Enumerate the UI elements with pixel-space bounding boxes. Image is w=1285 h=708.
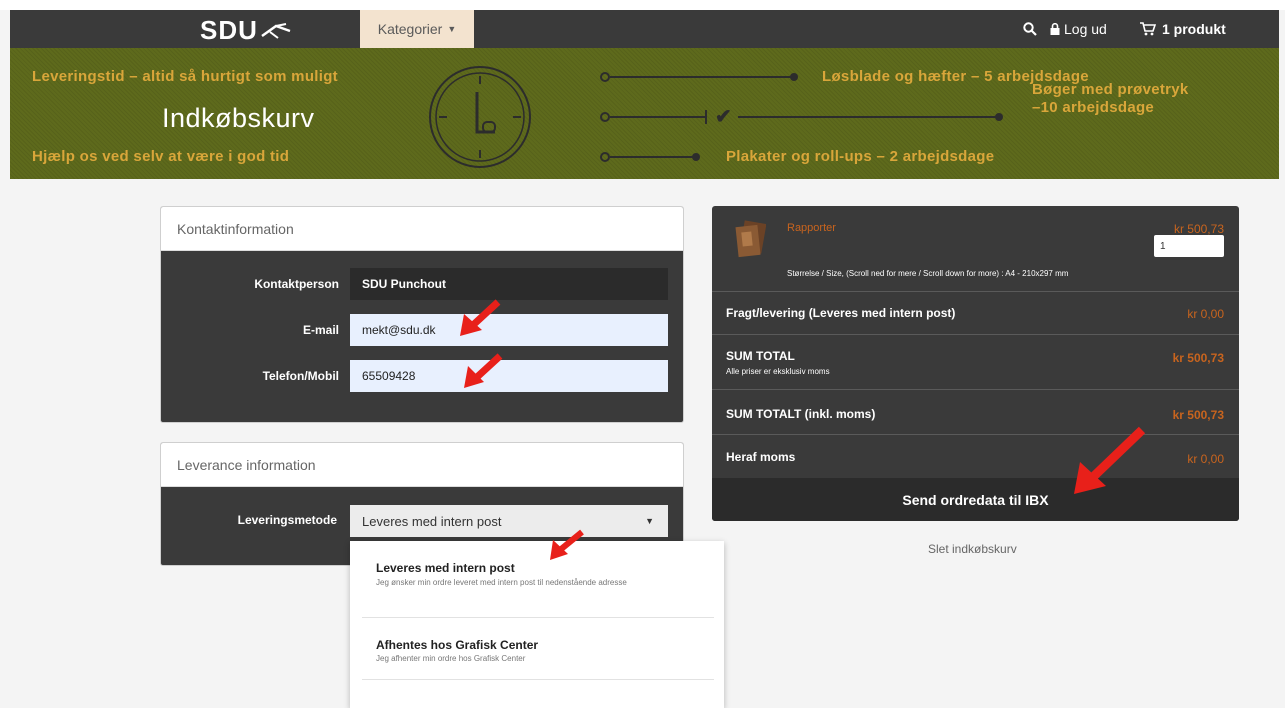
vat-label: Heraf moms — [726, 450, 796, 464]
timeline-line — [610, 116, 705, 118]
timeline-line — [738, 116, 998, 118]
timeline-end-dot — [790, 73, 798, 81]
timeline-start-dot — [600, 152, 610, 162]
sum-incl-vat-price: kr 500,73 — [1172, 408, 1224, 422]
contact-person-label: Kontaktperson — [254, 277, 339, 291]
shipping-price: kr 0,00 — [1187, 307, 1224, 321]
logout-label: Log ud — [1064, 21, 1107, 37]
annotation-arrow-icon — [1074, 426, 1146, 494]
categories-label: Kategorier — [377, 21, 443, 37]
sum-total-label: SUM TOTAL — [726, 349, 795, 363]
delivery-option-description: Jeg ønsker min ordre leveret med intern … — [376, 578, 627, 587]
timeline-item-2-line1: Bøger med prøvetryk — [1032, 81, 1189, 98]
phone-row: Telefon/Mobil 65509428 — [161, 360, 683, 392]
timeline-line — [610, 76, 795, 78]
contact-person-field[interactable]: SDU Punchout — [350, 268, 668, 300]
timeline-start-dot — [600, 72, 610, 82]
sdu-logo[interactable]: SDU — [200, 15, 258, 46]
search-icon — [1023, 22, 1037, 36]
categories-menu-button[interactable]: Kategorier ▼ — [360, 10, 474, 48]
timeline-start-dot — [600, 112, 610, 122]
clock-icon — [429, 66, 531, 168]
vat-price: kr 0,00 — [1187, 452, 1224, 466]
top-navbar: SDU Kategorier ▼ Log ud 1 produkt — [10, 10, 1279, 48]
lock-icon — [1050, 23, 1060, 35]
cart-product-row: Rapporter kr 500,73 1 Størrelse / Size, … — [712, 206, 1239, 292]
phone-label: Telefon/Mobil — [262, 369, 339, 383]
timeline-item-2-text: Bøger med prøvetryk –10 arbejdsdage — [1032, 81, 1189, 117]
annotation-arrow-icon — [460, 299, 501, 336]
email-row: E-mail mekt@sdu.dk — [161, 314, 683, 346]
checkmark-icon: ✔ — [715, 106, 732, 128]
cart-count-label: 1 produkt — [1162, 21, 1226, 37]
delivery-option-title: Afhentes hos Grafisk Center — [376, 638, 539, 652]
delivery-method-dropdown: Leveres med intern post Jeg ønsker min o… — [350, 541, 724, 708]
cart-link[interactable]: 1 produkt — [1140, 10, 1226, 48]
product-size-text: Størrelse / Size, (Scroll ned for mere /… — [787, 269, 1069, 278]
contact-person-row: Kontaktperson SDU Punchout — [161, 268, 683, 300]
email-field[interactable]: mekt@sdu.dk — [350, 314, 668, 346]
email-label: E-mail — [302, 323, 339, 337]
sdu-logo-mark-icon — [261, 23, 291, 39]
banner-bottom-text: Hjælp os ved selv at være i god tid — [32, 148, 290, 165]
vat-row: Heraf moms kr 0,00 — [712, 435, 1239, 478]
send-order-button[interactable]: Send ordredata til IBX — [712, 478, 1239, 521]
product-thumbnail-icon — [735, 220, 766, 258]
sum-total-row: SUM TOTAL Alle priser er eksklusiv moms … — [712, 335, 1239, 390]
phone-field[interactable]: 65509428 — [350, 360, 668, 392]
product-name-link[interactable]: Rapporter — [787, 222, 836, 234]
search-button[interactable] — [1020, 10, 1040, 48]
timeline-line — [610, 156, 695, 158]
page-title: Indkøbskurv — [162, 103, 315, 133]
delivery-option-title: Leveres med intern post — [376, 561, 515, 575]
top-strip — [0, 0, 1285, 10]
sum-incl-vat-row: SUM TOTALT (inkl. moms) kr 500,73 — [712, 390, 1239, 435]
delivery-option-pickup[interactable]: Afhentes hos Grafisk Center Jeg afhenter… — [362, 618, 714, 680]
timeline-end-dot — [995, 113, 1003, 121]
delivery-method-select[interactable]: Leveres med intern post ▼ — [350, 505, 668, 537]
timeline-item-3-text: Plakater og roll-ups – 2 arbejdsdage — [726, 148, 995, 165]
delivery-method-label: Leveringsmetode — [237, 513, 337, 527]
cart-summary-panel: Rapporter kr 500,73 1 Størrelse / Size, … — [712, 206, 1239, 521]
quantity-input[interactable]: 1 — [1154, 235, 1224, 257]
contact-info-panel: Kontaktinformation Kontaktperson SDU Pun… — [160, 206, 684, 423]
delivery-option-intern-post[interactable]: Leveres med intern post Jeg ønsker min o… — [362, 541, 714, 618]
timeline-item-2-line2: –10 arbejdsdage — [1032, 99, 1155, 116]
contact-info-heading: Kontaktinformation — [161, 207, 683, 251]
shipping-row: Fragt/levering (Leveres med intern post)… — [712, 292, 1239, 335]
sum-incl-vat-label: SUM TOTALT (inkl. moms) — [726, 407, 876, 421]
logout-link[interactable]: Log ud — [1050, 10, 1107, 48]
sum-total-note: Alle priser er eksklusiv moms — [726, 367, 830, 376]
delivery-option-description: Jeg afhenter min ordre hos Grafisk Cente… — [376, 654, 526, 663]
annotation-arrow-icon — [464, 353, 503, 388]
caret-down-icon: ▼ — [645, 516, 654, 526]
timeline-tick — [705, 110, 707, 124]
sum-total-price: kr 500,73 — [1172, 351, 1224, 365]
banner-top-text: Leveringstid – altid så hurtigt som muli… — [32, 68, 338, 85]
caret-down-icon: ▼ — [447, 24, 457, 34]
shipping-label: Fragt/levering (Leveres med intern post) — [726, 306, 956, 320]
cart-icon — [1140, 22, 1156, 36]
delivery-info-heading: Leverance information — [161, 443, 683, 487]
clear-cart-link[interactable]: Slet indkøbskurv — [928, 542, 1017, 556]
product-price: kr 500,73 — [1173, 222, 1224, 236]
annotation-arrow-icon — [550, 529, 584, 560]
delivery-time-banner: Leveringstid – altid så hurtigt som muli… — [10, 48, 1279, 179]
timeline-end-dot — [692, 153, 700, 161]
delivery-method-selected: Leveres med intern post — [362, 513, 502, 529]
